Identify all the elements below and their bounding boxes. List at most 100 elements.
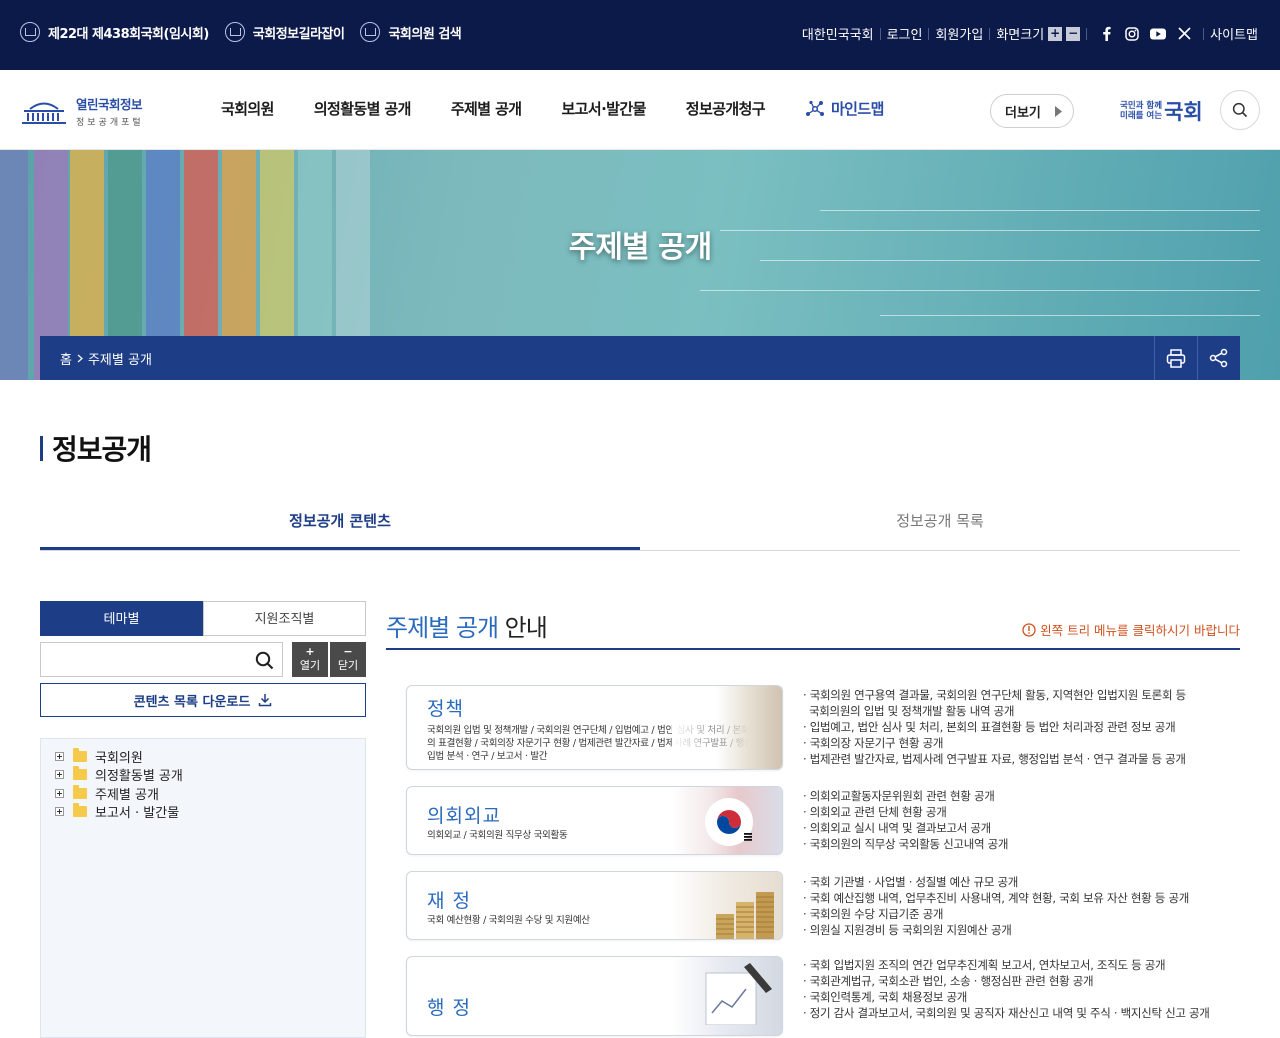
signup-link[interactable]: 회원가입: [935, 24, 983, 43]
main-nav: 국회의원 의정활동별 공개 주제별 공개 보고서·발간물 정보공개청구 마인드맵: [221, 98, 924, 119]
document-chart-icon: [705, 963, 772, 1025]
zoom-in-button[interactable]: +: [1048, 26, 1063, 41]
card-description-policy: · 국회의원 연구용역 결과물, 국회의원 연구단체 활동, 지역현안 입법지원…: [803, 688, 1186, 766]
divider: [1203, 27, 1205, 40]
share-button[interactable]: [1197, 336, 1240, 380]
more-button[interactable]: 더보기: [990, 94, 1074, 128]
korean-flag-icon: [705, 798, 753, 846]
assembly-emblem-icon: [360, 22, 381, 42]
content-heading: 주제별 공개 안내: [386, 614, 548, 642]
folder-icon: [73, 747, 87, 762]
tab-theme[interactable]: 테마별: [40, 601, 203, 636]
divider: [1086, 27, 1088, 40]
expand-icon[interactable]: [55, 788, 64, 798]
tree-node[interactable]: 의정활동별 공개: [55, 766, 365, 784]
tree-node[interactable]: 국회의원: [55, 747, 365, 766]
topic-card-finance[interactable]: 재 정 국회 예산현황 / 국회의원 수당 및 지원예산: [406, 871, 783, 940]
nav-members[interactable]: 국회의원: [221, 98, 274, 119]
left-panel-tabs: 테마별 지원조직별: [40, 601, 366, 636]
info-guide-link[interactable]: 국회정보길라잡이: [224, 22, 345, 42]
heading-divider: [386, 648, 1240, 650]
nav-reports[interactable]: 보고서·발간물: [561, 98, 646, 119]
nav-request[interactable]: 정보공개청구: [686, 98, 766, 119]
card-image: [672, 686, 782, 769]
share-icon: [1209, 348, 1228, 368]
site-search-button[interactable]: [1220, 90, 1260, 130]
tab-contents[interactable]: 정보공개 콘텐츠: [40, 496, 640, 550]
download-contents-button[interactable]: 콘텐츠 목록 다운로드: [40, 683, 366, 717]
tree-node[interactable]: 주제별 공개: [55, 784, 365, 803]
main-header: 열린국회정보 정보공개포털 국회의원 의정활동별 공개 주제별 공개 보고서·발…: [0, 70, 1280, 150]
sitemap-link[interactable]: 사이트맵: [1210, 24, 1258, 43]
youtube-icon[interactable]: [1150, 26, 1167, 42]
divider: [928, 27, 930, 40]
coins-icon: [716, 892, 774, 939]
alert-icon: [1022, 622, 1036, 637]
nav-topic[interactable]: 주제별 공개: [451, 98, 522, 119]
chevron-right-icon: [77, 354, 83, 363]
assembly-emblem-icon: [20, 22, 40, 42]
slogan-logo: 국민과 함께 미래를 여는 국회: [1120, 100, 1203, 124]
top-right-links: 대한민국국회 로그인 회원가입 화면크기 + − 사이트맵: [802, 24, 1258, 43]
expand-all-button[interactable]: + 열기: [292, 642, 328, 677]
breadcrumb-path: 홈 주제별 공개: [60, 349, 152, 368]
print-icon: [1166, 348, 1186, 368]
search-icon[interactable]: [255, 651, 274, 674]
caret-right-icon: [1054, 105, 1062, 117]
tree-search-input[interactable]: [41, 643, 241, 676]
session-link[interactable]: 제22대 제438회국회(임시회): [20, 22, 209, 42]
expand-icon[interactable]: [55, 807, 64, 817]
assembly-link[interactable]: 대한민국국회: [802, 24, 874, 43]
assembly-emblem-icon: [224, 22, 245, 42]
login-link[interactable]: 로그인: [887, 24, 923, 43]
card-description-finance: · 국회 기관별 · 사업별 · 성질별 예산 규모 공개 · 국회 예산집행 …: [803, 875, 1190, 937]
card-description-administration: · 국회 입법지원 조직의 연간 업무추진계획 보고서, 연차보고서, 조직도 …: [803, 958, 1210, 1020]
x-icon[interactable]: [1176, 26, 1192, 42]
card-image: [672, 957, 782, 1035]
breadcrumb-home[interactable]: 홈: [60, 349, 72, 368]
divider: [989, 27, 991, 40]
zoom-label: 화면크기: [996, 28, 1045, 43]
card-image: [672, 872, 782, 939]
tab-list[interactable]: 정보공개 목록: [640, 496, 1240, 550]
card-title: 행 정: [427, 997, 471, 1019]
topic-card-policy[interactable]: 정책 국회의원 입법 및 정책개발 / 국회의원 연구단체 / 입법예고 / 법…: [406, 685, 783, 770]
topic-card-diplomacy[interactable]: 의회외교 의회외교 / 국회의원 직무상 국외활동: [406, 786, 783, 855]
topic-tree: 국회의원 의정활동별 공개 주제별 공개 보고서 · 발간물: [40, 738, 366, 1038]
print-button[interactable]: [1154, 336, 1197, 380]
folder-icon: [73, 766, 87, 781]
assembly-building-icon: [22, 102, 66, 124]
banner-title: 주제별 공개: [568, 230, 712, 265]
card-description-diplomacy: · 의회외교활동자문위원회 관련 현황 공개 · 의회외교 관련 단체 현황 공…: [803, 789, 1009, 851]
search-icon: [1232, 102, 1248, 118]
divider: [879, 27, 881, 40]
page-title: 정보공개: [40, 428, 152, 468]
top-utility-bar: 제22대 제438회국회(임시회) 국회정보길라잡이 국회의원 검색 대한민국국…: [0, 0, 1280, 70]
card-title: 재 정: [427, 890, 471, 912]
card-image: [672, 787, 782, 854]
tab-organization[interactable]: 지원조직별: [203, 601, 366, 636]
instruction-note: 왼쪽 트리 메뉴를 클릭하시기 바랍니다: [1022, 620, 1240, 639]
plus-icon: +: [305, 645, 315, 658]
card-title: 의회외교: [427, 805, 501, 827]
logo-subtitle: 정보공개포털: [76, 118, 144, 128]
site-logo[interactable]: 열린국회정보 정보공개포털: [20, 94, 144, 128]
banner-decor: [880, 315, 1260, 316]
folder-icon: [73, 784, 87, 799]
banner-decor: [700, 290, 1260, 291]
member-search-link[interactable]: 국회의원 검색: [360, 22, 462, 42]
folder-icon: [73, 803, 87, 818]
tree-search-box: [40, 642, 283, 677]
tree-node[interactable]: 보고서 · 발간물: [55, 803, 365, 821]
collapse-all-button[interactable]: − 닫기: [330, 642, 366, 677]
topic-card-administration[interactable]: 행 정: [406, 956, 783, 1036]
breadcrumb-current: 주제별 공개: [87, 353, 152, 368]
facebook-icon[interactable]: [1098, 26, 1114, 42]
zoom-out-button[interactable]: −: [1066, 26, 1081, 41]
expand-icon[interactable]: [55, 770, 64, 780]
top-links: 제22대 제438회국회(임시회) 국회정보길라잡이 국회의원 검색: [20, 22, 462, 42]
instagram-icon[interactable]: [1124, 26, 1140, 42]
nav-mindmap[interactable]: 마인드맵: [805, 98, 884, 119]
expand-icon[interactable]: [55, 751, 64, 761]
nav-activity[interactable]: 의정활동별 공개: [314, 98, 412, 119]
